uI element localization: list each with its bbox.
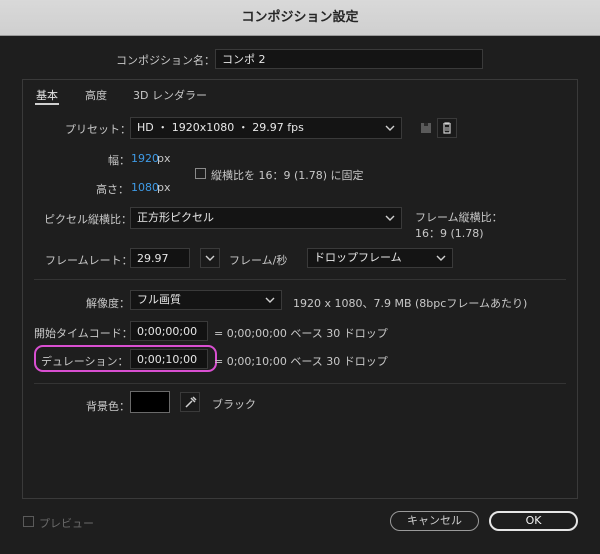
width-label: 幅： (108, 154, 130, 167)
height-label: 高さ： (96, 183, 129, 196)
resolution-dropdown[interactable]: フル画質 (130, 290, 282, 310)
chevron-down-icon (436, 255, 446, 261)
comp-name-label: コンポジション名： (116, 54, 215, 67)
chevron-down-icon (385, 125, 395, 131)
active-tab-underline (35, 103, 59, 105)
chevron-down-icon (205, 255, 215, 261)
lock-aspect-checkbox[interactable] (195, 168, 206, 179)
window-title: コンポジション設定 (0, 0, 600, 36)
frame-rate-label: フレームレート： (45, 254, 133, 267)
frame-aspect-value: 16：9 (1.78) (415, 227, 484, 240)
start-timecode-label: 開始タイムコード： (34, 327, 133, 340)
width-unit: px (157, 152, 171, 165)
settings-panel (22, 79, 578, 499)
preview-checkbox[interactable] (23, 516, 34, 527)
chevron-down-icon (385, 215, 395, 221)
background-color-swatch[interactable] (130, 391, 170, 413)
composition-settings-dialog: コンポジション設定 コンポジション名： コンポ 2 基本 高度 3D レンダラー… (0, 0, 600, 554)
tab-3d-renderer[interactable]: 3D レンダラー (133, 87, 207, 103)
pixel-aspect-dropdown[interactable]: 正方形ピクセル (130, 207, 402, 229)
cancel-button[interactable]: キャンセル (390, 511, 479, 531)
divider (34, 383, 566, 384)
trash-icon (443, 122, 451, 134)
duration-info: = 0;00;10;00 ベース 30 ドロップ (214, 355, 388, 368)
pixel-aspect-value: 正方形ピクセル (137, 211, 214, 224)
drop-frame-value: ドロップフレーム (314, 251, 402, 264)
preset-label: プリセット： (65, 123, 131, 136)
frame-rate-input[interactable]: 29.97 (130, 248, 190, 268)
resolution-info: 1920 x 1080、7.9 MB (8bpcフレームあたり) (293, 297, 528, 310)
resolution-value: フル画質 (137, 293, 181, 306)
start-timecode-info: = 0;00;00;00 ベース 30 ドロップ (214, 327, 388, 340)
tab-advanced[interactable]: 高度 (85, 87, 107, 103)
delete-preset-button[interactable] (437, 118, 457, 138)
preset-dropdown[interactable]: HD ・ 1920x1080 ・ 29.97 fps (130, 117, 402, 139)
drop-frame-dropdown[interactable]: ドロップフレーム (307, 248, 453, 268)
ok-button[interactable]: OK (489, 511, 578, 531)
eyedropper-icon (185, 396, 197, 408)
divider (34, 279, 566, 280)
chevron-down-icon (265, 297, 275, 303)
save-preset-icon (421, 123, 431, 133)
frame-rate-unit: フレーム/秒 (229, 254, 288, 267)
width-value[interactable]: 1920 (131, 152, 159, 165)
frame-aspect-label: フレーム縦横比： (415, 211, 503, 224)
preview-label: プレビュー (39, 517, 94, 530)
lock-aspect-label: 縦横比を 16：9 (1.78) に固定 (211, 169, 364, 182)
frame-rate-presets-button[interactable] (200, 248, 220, 268)
duration-label: デュレーション： (41, 355, 129, 368)
height-value[interactable]: 1080 (131, 181, 159, 194)
pixel-aspect-label: ピクセル縦横比： (44, 213, 132, 226)
eyedropper-button[interactable] (180, 392, 200, 412)
start-timecode-input[interactable]: 0;00;00;00 (130, 321, 208, 341)
background-label: 背景色： (86, 400, 130, 413)
comp-name-input[interactable]: コンポ 2 (215, 49, 483, 69)
tab-basic[interactable]: 基本 (36, 87, 58, 103)
resolution-label: 解像度： (86, 297, 130, 310)
save-preset-button[interactable] (416, 118, 436, 138)
duration-input[interactable]: 0;00;10;00 (130, 349, 208, 369)
preset-value: HD ・ 1920x1080 ・ 29.97 fps (137, 121, 304, 134)
height-unit: px (157, 181, 171, 194)
background-color-name: ブラック (212, 398, 256, 411)
